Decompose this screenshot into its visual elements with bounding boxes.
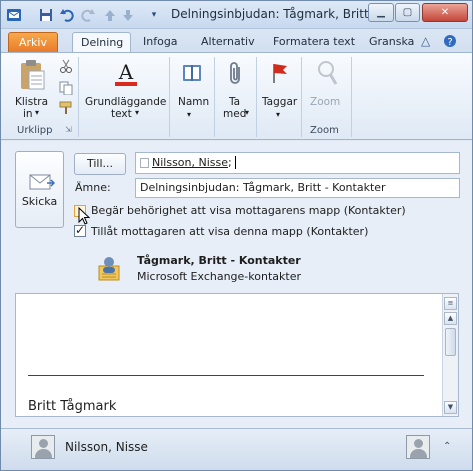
paperclip-icon[interactable] [225, 60, 247, 89]
shared-folder-title: Tågmark, Britt - Kontakter [137, 254, 301, 267]
subject-label: Ämne: [75, 181, 111, 194]
paste-label-2[interactable]: in [23, 108, 33, 120]
chevron-down-icon[interactable]: ▾ [187, 110, 191, 119]
tab-infoga[interactable]: Infoga [135, 32, 186, 53]
people-pane-name[interactable]: Nilsson, Nisse [65, 440, 148, 454]
close-icon[interactable]: ✕ [422, 3, 468, 22]
group-separator [214, 57, 215, 137]
tab-arkiv[interactable]: Arkiv [8, 32, 58, 53]
shared-folder-subtitle: Microsoft Exchange-kontakter [137, 270, 301, 283]
avatar[interactable] [406, 435, 430, 459]
allow-view-checkbox[interactable] [74, 223, 86, 237]
group-separator [351, 57, 352, 137]
chevron-down-icon[interactable]: ▾ [245, 108, 249, 117]
tab-formatera-text[interactable]: Formatera text [265, 32, 363, 53]
basic-text-label-2[interactable]: text [111, 108, 132, 120]
font-color-icon[interactable]: A [113, 59, 139, 90]
chevron-down-icon[interactable]: ▾ [276, 110, 280, 119]
arrow-up-icon[interactable] [101, 6, 119, 24]
send-label: Skicka [21, 195, 58, 208]
undo-icon[interactable] [58, 6, 76, 24]
minimize-ribbon-icon[interactable]: △ [421, 34, 430, 48]
expand-people-pane-icon[interactable]: ⌃ [443, 441, 451, 452]
tab-alternativ[interactable]: Alternativ [193, 32, 263, 53]
tags-label[interactable]: Taggar [262, 96, 297, 108]
avatar[interactable] [31, 435, 55, 459]
tab-granska[interactable]: Granska [361, 32, 422, 53]
maximize-icon[interactable]: ▢ [395, 3, 420, 22]
people-pane: Nilsson, Nisse ⌃ [1, 428, 472, 470]
title-bar: ▾ Delningsinbjudan: Tågmark, Britt... ▁ … [1, 1, 472, 29]
group-separator [169, 57, 170, 137]
flag-icon[interactable] [269, 61, 291, 88]
scroll-down-icon[interactable]: ▼ [444, 401, 457, 414]
scroll-options-icon[interactable]: ≡ [444, 297, 457, 310]
help-icon[interactable]: ? [443, 34, 457, 51]
zoom-label[interactable]: Zoom [310, 96, 340, 108]
group-separator [301, 57, 302, 137]
svg-text:?: ? [447, 37, 452, 48]
dialog-launcher-icon[interactable]: ⇲ [65, 125, 72, 134]
redo-icon[interactable] [79, 6, 97, 24]
vertical-scrollbar[interactable]: ≡ ▲ ▼ [442, 294, 458, 416]
paste-label[interactable]: Klistra [15, 96, 48, 108]
paste-icon[interactable] [18, 59, 46, 94]
signature-name: Britt Tågmark [28, 399, 117, 414]
outlook-icon[interactable] [5, 6, 23, 24]
send-button[interactable]: Skicka [15, 151, 64, 228]
include-label-2[interactable]: med [223, 108, 246, 120]
message-body[interactable]: Britt Tågmark ≡ ▲ ▼ [15, 293, 459, 417]
chevron-down-icon[interactable]: ▾ [135, 108, 139, 117]
customize-icon[interactable]: ▾ [145, 6, 163, 24]
contact-checkbox-icon [140, 158, 149, 168]
ribbon: Klistra in ▾ Urklipp ⇲ A Grundläggande t… [1, 52, 472, 140]
minimize-icon[interactable]: ▁ [368, 3, 394, 22]
to-recipient[interactable]: Nilsson, Nisse [152, 156, 228, 169]
text-cursor [234, 156, 240, 169]
to-separator: ; [228, 156, 232, 169]
address-book-icon[interactable] [181, 62, 203, 87]
send-envelope-icon [29, 173, 56, 194]
arrow-down-icon[interactable] [119, 6, 137, 24]
scroll-thumb[interactable] [445, 328, 456, 356]
window-title: Delningsinbjudan: Tågmark, Britt... [171, 7, 381, 21]
svg-text:A: A [118, 60, 134, 84]
subject-field[interactable]: Delningsinbjudan: Tågmark, Britt - Konta… [135, 178, 460, 198]
clipboard-group-label: Urklipp [17, 125, 53, 136]
zoom-icon[interactable] [315, 59, 339, 90]
scroll-up-icon[interactable]: ▲ [444, 312, 457, 325]
basic-text-label[interactable]: Grundläggande [85, 96, 166, 108]
allow-view-label[interactable]: Tillåt mottagaren att visa denna mapp (K… [91, 225, 368, 238]
format-painter-icon[interactable] [59, 101, 73, 118]
group-separator [256, 57, 257, 137]
save-icon[interactable] [37, 6, 55, 24]
to-button[interactable]: Till... [74, 153, 126, 175]
copy-icon[interactable] [59, 81, 73, 98]
tab-delning[interactable]: Delning [72, 32, 131, 53]
request-permission-label[interactable]: Begär behörighet att visa mottagarens ma… [91, 204, 406, 217]
signature-divider [28, 375, 424, 376]
to-field[interactable]: Nilsson, Nisse; [135, 152, 460, 174]
include-label[interactable]: Ta [229, 96, 240, 108]
outlook-message-window: ▾ Delningsinbjudan: Tågmark, Britt... ▁ … [0, 0, 473, 471]
group-separator [78, 57, 79, 137]
zoom-group-label: Zoom [310, 125, 339, 136]
cut-icon[interactable] [59, 59, 73, 76]
names-label[interactable]: Namn [178, 96, 209, 108]
contacts-folder-icon [95, 254, 123, 285]
ribbon-tabs: Arkiv Delning Infoga Alternativ Formater… [1, 29, 472, 53]
chevron-down-icon[interactable]: ▾ [35, 108, 39, 117]
